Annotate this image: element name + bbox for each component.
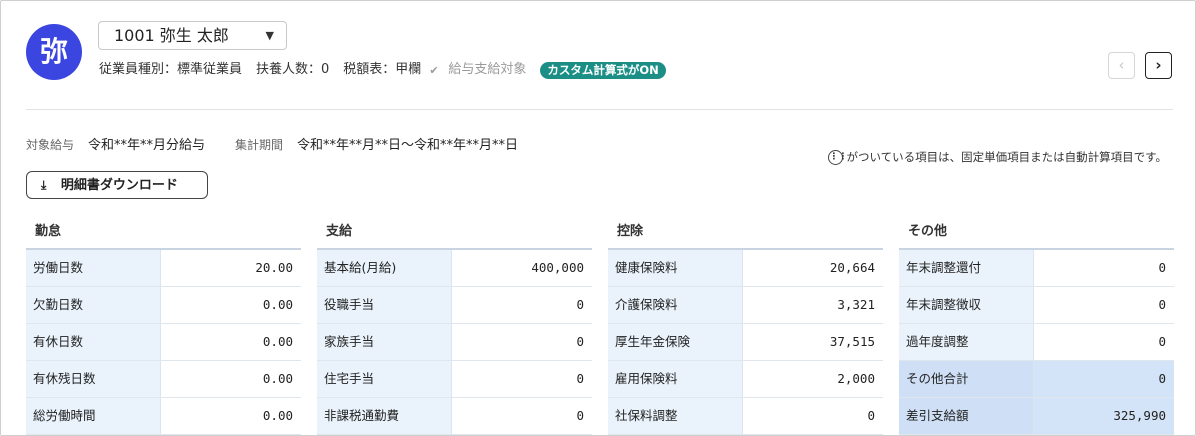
row-value: 0 [867, 408, 875, 423]
section-title: その他 [899, 215, 1174, 250]
payslip-panel: 弥 1001 弥生 太郎 ▼ 従業員種別：標準従業員 扶養人数：0 税額表：甲欄… [0, 0, 1196, 436]
table-row: 社保料調整 0 [608, 398, 883, 435]
row-label: 年末調整還付 [899, 250, 1034, 286]
table-row: 年末調整還付 0 [899, 250, 1174, 287]
section-title: 支給 [317, 215, 592, 250]
table-row: 年末調整徴収 0 [899, 287, 1174, 324]
table-row: 差引支給額 325,990 [899, 398, 1174, 435]
row-label: 家族手当 [317, 324, 452, 360]
table-row: 役職手当 0 [317, 287, 592, 324]
row-value: 0 [576, 371, 584, 386]
row-label: 役職手当 [317, 287, 452, 323]
row-value: 0 [1034, 361, 1174, 397]
row-value: 0 [1158, 260, 1166, 275]
check-icon: ✔ [429, 63, 439, 77]
row-label: 総労働時間 [26, 398, 161, 434]
table-row: 雇用保険料 2,000 [608, 361, 883, 398]
custom-formula-badge: カスタム計算式がON [540, 61, 666, 79]
row-value: 0 [576, 334, 584, 349]
table-row: 過年度調整 0 [899, 324, 1174, 361]
row-value: 0 [576, 297, 584, 312]
row-label: 年末調整徴収 [899, 287, 1034, 323]
row-label: 過年度調整 [899, 324, 1034, 360]
row-label: 有休日数 [26, 324, 161, 360]
row-value: 20,664 [829, 260, 875, 275]
dependents-count: 扶養人数：0 [256, 62, 330, 77]
fixed-item-note-text: がついている項目は、固定単価項目または自動計算項目です。 [846, 150, 1167, 164]
section-deductions: 控除 健康保険料 20,664 介護保険料 3,321 厚生年金保険 37,515 雇… [608, 215, 883, 435]
avatar: 弥 [26, 24, 82, 80]
pay-target-label: 給与支給対象 [448, 62, 527, 77]
tax-table: 税額表：甲欄 [343, 62, 422, 77]
section-payments: 支給 基本給(月給) 400,000 役職手当 0 家族手当 0 住宅手当 0 非課税通… [317, 215, 592, 435]
fixed-item-icon: ⋮⋮ [828, 149, 847, 165]
row-label: 社保料調整 [608, 398, 743, 434]
next-employee-button[interactable]: › [1145, 52, 1172, 79]
row-value: 400,000 [531, 260, 584, 275]
table-row: 労働日数 20.00 [26, 250, 301, 287]
divider [26, 109, 1173, 110]
section-title: 勤怠 [26, 215, 301, 250]
target-pay-value: 令和**年**月分給与 [88, 138, 206, 153]
table-row: 非課税通勤費 0 [317, 398, 592, 435]
download-icon: ⤓ [41, 178, 47, 192]
row-label: 労働日数 [26, 250, 161, 286]
row-label: 差引支給額 [899, 398, 1034, 434]
row-value: 325,990 [1034, 398, 1174, 434]
table-row: 厚生年金保険 37,515 [608, 324, 883, 361]
row-label: 厚生年金保険 [608, 324, 743, 360]
row-label: 雇用保険料 [608, 361, 743, 397]
aggregation-period-label: 集計期間 [235, 138, 284, 152]
table-row: その他合計 0 [899, 361, 1174, 398]
target-pay-label: 対象給与 [26, 138, 75, 152]
row-value: 0 [576, 408, 584, 423]
row-value: 2,000 [837, 371, 875, 386]
employee-select[interactable]: 1001 弥生 太郎 ▼ [98, 21, 287, 50]
section-attendance: 勤怠 労働日数 20.00 欠勤日数 0.00 有休日数 0.00 有休残日数 0.00… [26, 215, 301, 435]
row-value: 0 [1158, 297, 1166, 312]
row-value: 37,515 [829, 334, 875, 349]
table-row: 住宅手当 0 [317, 361, 592, 398]
chevron-down-icon: ▼ [265, 29, 274, 42]
chevron-left-icon: ‹ [1118, 56, 1125, 74]
aggregation-period-value: 令和**年**月**日〜令和**年**月**日 [297, 138, 519, 153]
row-label: 介護保険料 [608, 287, 743, 323]
employment-type: 従業員種別：標準従業員 [99, 62, 243, 77]
table-row: 有休残日数 0.00 [26, 361, 301, 398]
table-row: 家族手当 0 [317, 324, 592, 361]
pay-target-checkbox[interactable]: ✔ 給与支給対象 [429, 61, 526, 79]
table-row: 有休日数 0.00 [26, 324, 301, 361]
table-row: 欠勤日数 0.00 [26, 287, 301, 324]
row-value: 0.00 [262, 334, 293, 349]
row-value: 20.00 [255, 260, 293, 275]
row-value: 3,321 [837, 297, 875, 312]
row-value: 0.00 [262, 297, 293, 312]
table-row: 健康保険料 20,664 [608, 250, 883, 287]
row-label: 非課税通勤費 [317, 398, 452, 434]
row-label: 住宅手当 [317, 361, 452, 397]
row-label: 基本給(月給) [317, 250, 452, 286]
row-value: 0.00 [262, 408, 293, 423]
download-statement-label: 明細書ダウンロード [60, 178, 178, 193]
row-value: 0.00 [262, 371, 293, 386]
section-title: 控除 [608, 215, 883, 250]
row-value: 0 [1158, 334, 1166, 349]
table-row: 介護保険料 3,321 [608, 287, 883, 324]
employee-select-value: 1001 弥生 太郎 [114, 26, 229, 45]
row-label: その他合計 [899, 361, 1034, 397]
prev-employee-button[interactable]: ‹ [1108, 52, 1135, 79]
table-row: 総労働時間 0.00 [26, 398, 301, 435]
download-statement-button[interactable]: ⤓ 明細書ダウンロード [26, 171, 208, 199]
table-row: 基本給(月給) 400,000 [317, 250, 592, 287]
row-label: 欠勤日数 [26, 287, 161, 323]
period-info: 対象給与 令和**年**月分給与 集計期間 令和**年**月**日〜令和**年*… [26, 136, 548, 155]
fixed-item-note: ⋮⋮ がついている項目は、固定単価項目または自動計算項目です。 [828, 149, 1167, 165]
row-label: 有休残日数 [26, 361, 161, 397]
section-other: その他 年末調整還付 0 年末調整徴収 0 過年度調整 0 その他合計 0 差引支給額 3… [899, 215, 1174, 435]
employee-meta: 従業員種別：標準従業員 扶養人数：0 税額表：甲欄 ✔ 給与支給対象 カスタム計… [99, 61, 666, 79]
chevron-right-icon: › [1155, 56, 1162, 74]
row-label: 健康保険料 [608, 250, 743, 286]
